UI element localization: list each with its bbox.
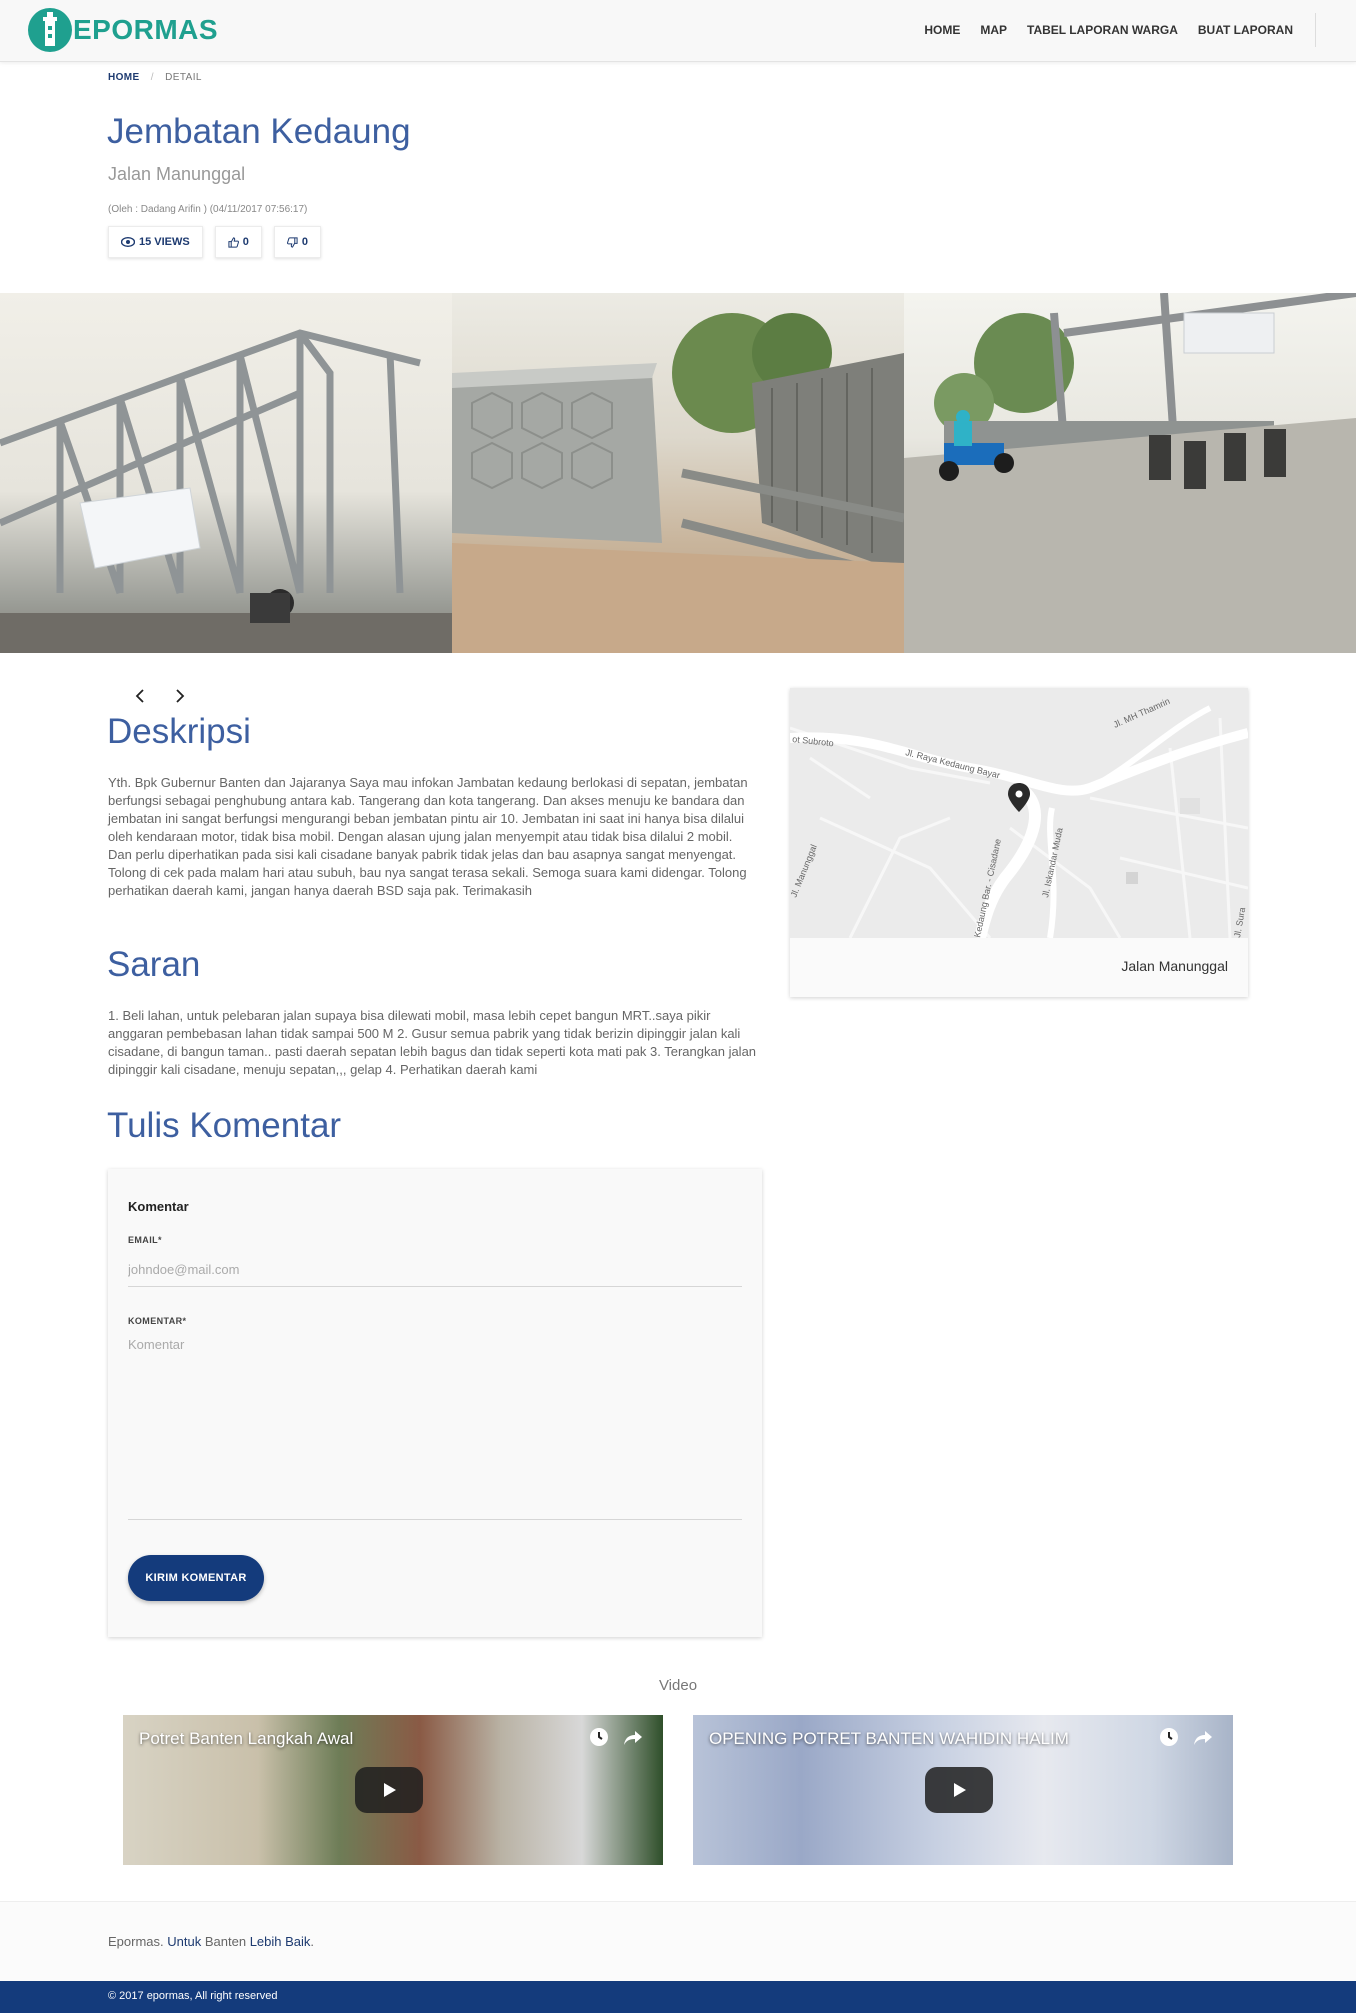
footer-word: Epormas. [108, 1934, 164, 1949]
play-button[interactable] [925, 1767, 993, 1813]
views-badge[interactable]: 15 VIEWS [108, 226, 203, 258]
komentar-label: KOMENTAR* [128, 1316, 187, 1326]
carousel-controls [130, 686, 210, 706]
copyright-text: © 2017 epormas, All right reserved [108, 1990, 278, 2002]
breadcrumb-home[interactable]: HOME [108, 72, 140, 83]
breadcrumb: HOME / DETAIL [108, 72, 202, 83]
video-player-2[interactable]: OPENING POTRET BANTEN WAHIDIN HALIM [693, 1715, 1233, 1865]
gallery-photo-bridge-truss[interactable] [0, 293, 452, 653]
footer-word: Banten [204, 1934, 247, 1949]
navbar: EPORMAS HOME MAP TABEL LAPORAN WARGA BUA… [0, 0, 1356, 62]
chevron-right-icon[interactable] [170, 686, 190, 706]
breadcrumb-separator: / [150, 72, 154, 83]
watch-later-icon[interactable] [1159, 1727, 1179, 1747]
gallery-photo-bridge-railing[interactable] [452, 293, 904, 653]
video-title: OPENING POTRET BANTEN WAHIDIN HALIM [709, 1729, 1069, 1748]
photo-gallery [0, 293, 1356, 653]
email-label: EMAIL* [128, 1235, 162, 1245]
eye-icon [121, 237, 135, 247]
nav-tabel-laporan-warga[interactable]: TABEL LAPORAN WARGA [1027, 23, 1178, 37]
saran-text: 1. Beli lahan, untuk pelebaran jalan sup… [108, 1008, 757, 1077]
location-map-card: ot Subroto Jl. Raya Kedaung Bayar Jl. MH… [790, 688, 1248, 997]
share-icon[interactable] [1193, 1727, 1213, 1747]
watch-later-icon[interactable] [589, 1727, 609, 1747]
nav-home[interactable]: HOME [924, 23, 960, 37]
location-map[interactable]: ot Subroto Jl. Raya Kedaung Bayar Jl. MH… [790, 688, 1248, 938]
nav-buat-laporan[interactable]: BUAT LAPORAN [1198, 23, 1293, 37]
footer: Epormas. Untuk Banten Lebih Baik. [0, 1901, 1356, 1981]
footer-word-accent: Untuk [167, 1934, 202, 1949]
play-button[interactable] [355, 1767, 423, 1813]
like-button[interactable]: 0 [214, 226, 262, 258]
video-player-1[interactable]: Potret Banten Langkah Awal [123, 1715, 663, 1865]
lighthouse-icon [28, 8, 72, 52]
saran-heading: Saran [107, 945, 201, 984]
thumbs-up-icon [228, 236, 239, 248]
nav-map[interactable]: MAP [980, 23, 1007, 37]
stats-row: 15 VIEWS 0 0 [108, 226, 333, 258]
map-caption: Jalan Manunggal [1121, 958, 1228, 974]
page-title: Jembatan Kedaung [107, 112, 411, 151]
play-icon [384, 1783, 396, 1797]
email-field[interactable] [128, 1253, 742, 1287]
breadcrumb-current: DETAIL [165, 72, 202, 83]
comment-form: Komentar EMAIL* KOMENTAR* KIRIM KOMENTAR [108, 1169, 762, 1637]
footer-word-accent: Lebih Baik [249, 1934, 311, 1949]
brand-logo[interactable]: EPORMAS [28, 8, 218, 52]
chevron-left-icon[interactable] [130, 686, 150, 706]
like-count: 0 [242, 236, 249, 248]
share-icon[interactable] [623, 1727, 643, 1747]
play-icon [954, 1783, 966, 1797]
video-actions [575, 1727, 643, 1747]
kirim-komentar-button[interactable]: KIRIM KOMENTAR [128, 1555, 264, 1601]
nav-divider [1315, 13, 1316, 47]
brand-name: EPORMAS [73, 14, 219, 45]
thumbs-down-icon [286, 236, 298, 248]
video-heading: Video [658, 1677, 698, 1694]
nav-menu: HOME MAP TABEL LAPORAN WARGA BUAT LAPORA… [904, 0, 1316, 60]
copyright-bar: © 2017 epormas, All right reserved [0, 1981, 1356, 2013]
tulis-komentar-heading: Tulis Komentar [107, 1106, 342, 1145]
video-title: Potret Banten Langkah Awal [139, 1729, 354, 1748]
dislike-button[interactable]: 0 [273, 226, 321, 258]
deskripsi-heading: Deskripsi [107, 712, 251, 751]
report-meta: (Oleh : Dadang Arifin ) (04/11/2017 07:5… [108, 204, 308, 215]
gallery-photo-bridge-road[interactable] [904, 293, 1356, 653]
video-actions [1145, 1727, 1213, 1747]
comment-form-title: Komentar [128, 1199, 189, 1214]
dislike-count: 0 [301, 236, 308, 248]
footer-tagline: Epormas. Untuk Banten Lebih Baik. [108, 1934, 314, 1949]
deskripsi-text: Yth. Bpk Gubernur Banten dan Jajaranya S… [108, 775, 748, 898]
footer-word: . [310, 1934, 315, 1949]
views-count: 15 VIEWS [139, 236, 190, 248]
page-subtitle: Jalan Manunggal [108, 164, 246, 184]
komentar-textarea[interactable] [128, 1337, 742, 1520]
